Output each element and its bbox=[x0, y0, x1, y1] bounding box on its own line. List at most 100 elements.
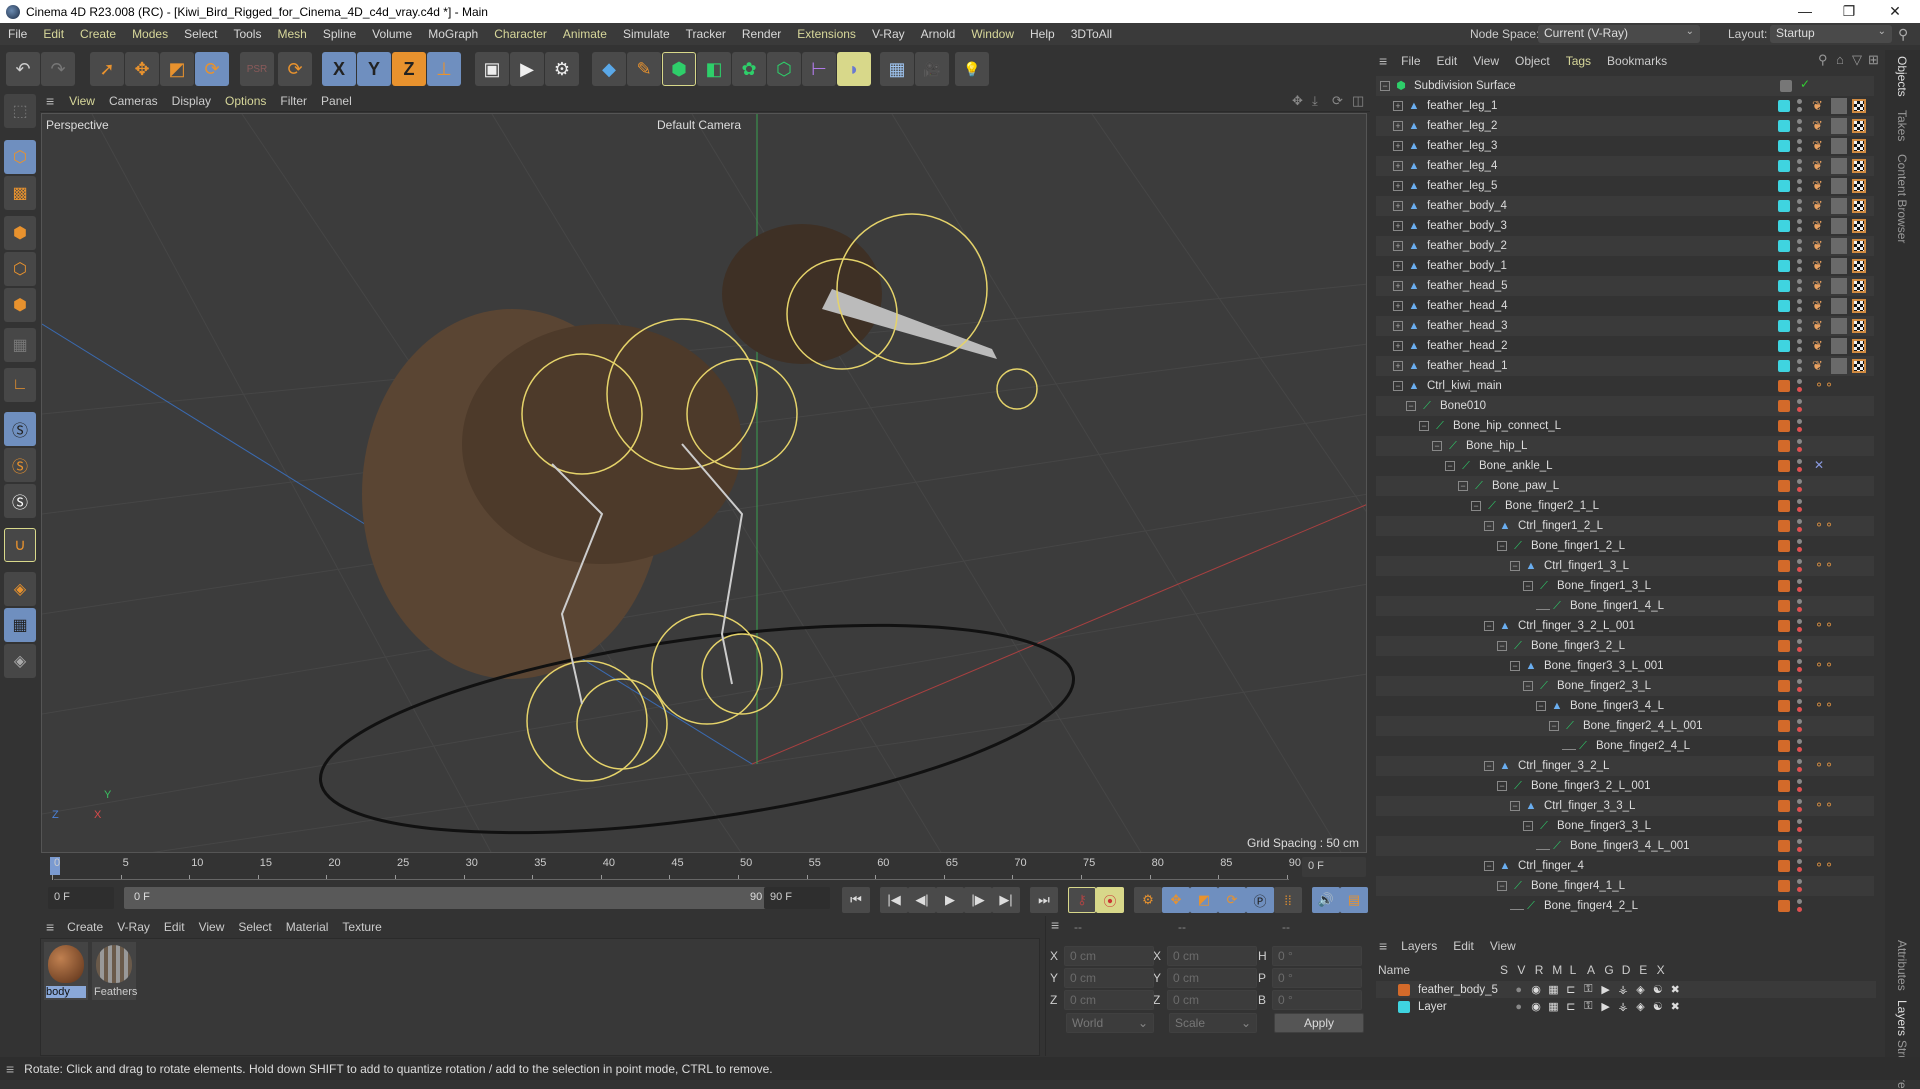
render-visibility-dot[interactable] bbox=[1797, 587, 1802, 592]
layer-color-swatch[interactable] bbox=[1778, 140, 1790, 152]
deformer-button[interactable]: ⊢ bbox=[802, 52, 836, 86]
visibility-dots[interactable] bbox=[1797, 639, 1802, 653]
visibility-dots[interactable] bbox=[1797, 159, 1802, 173]
object-row[interactable]: − ⟋ Bone_hip_L bbox=[1376, 436, 1874, 456]
hamburger-icon[interactable]: ≡ bbox=[40, 919, 60, 935]
object-row[interactable]: + ▲ feather_leg_2 ❦ bbox=[1376, 116, 1874, 136]
layer-color-swatch[interactable] bbox=[1778, 660, 1790, 672]
layer-column-l[interactable]: L bbox=[1570, 963, 1577, 977]
collapse-icon[interactable]: − bbox=[1471, 501, 1481, 511]
render-visibility-dot[interactable] bbox=[1797, 307, 1802, 312]
texture-tag-icon[interactable] bbox=[1852, 359, 1866, 373]
collapse-icon[interactable]: − bbox=[1523, 681, 1533, 691]
coord-field[interactable]: 0 ° bbox=[1272, 968, 1362, 988]
render-settings-button[interactable]: ⚙ bbox=[545, 52, 579, 86]
hair-tag-icon[interactable]: ❦ bbox=[1812, 278, 1823, 294]
object-row[interactable]: + ▲ feather_body_1 ❦ bbox=[1376, 256, 1874, 276]
layer-color-swatch[interactable] bbox=[1778, 100, 1790, 112]
object-row[interactable]: − ▲ Ctrl_finger_3_3_L ⚬⚬ bbox=[1376, 796, 1874, 816]
layer-toggle-e-icon[interactable]: ☯ bbox=[1649, 983, 1666, 996]
object-row-root[interactable]: − ⬢ Subdivision Surface ✓ bbox=[1376, 76, 1874, 96]
hamburger-icon[interactable]: ≡ bbox=[40, 93, 62, 109]
render-visibility-dot[interactable] bbox=[1797, 647, 1802, 652]
expand-icon[interactable]: + bbox=[1393, 221, 1403, 231]
material-tag-icon[interactable] bbox=[1831, 318, 1847, 334]
constraint-tag-icon[interactable]: ⚬⚬ bbox=[1814, 658, 1834, 672]
object-row[interactable]: − ⟋ Bone_finger3_2_L bbox=[1376, 636, 1874, 656]
snap-settings-button[interactable]: Ⓢ bbox=[4, 448, 36, 482]
layer-menu-layers[interactable]: Layers bbox=[1393, 939, 1445, 953]
object-row[interactable]: + ▲ feather_head_4 ❦ bbox=[1376, 296, 1874, 316]
visibility-dots[interactable] bbox=[1797, 559, 1802, 573]
layer-color-swatch[interactable] bbox=[1778, 760, 1790, 772]
editor-visibility-dot[interactable] bbox=[1797, 859, 1802, 864]
collapse-icon[interactable]: − bbox=[1497, 641, 1507, 651]
constraint-tag-icon[interactable]: ⚬⚬ bbox=[1814, 618, 1834, 632]
editor-visibility-dot[interactable] bbox=[1797, 199, 1802, 204]
points-mode-button[interactable]: ⬢ bbox=[4, 216, 36, 250]
render-visibility-dot[interactable] bbox=[1797, 427, 1802, 432]
hair-tag-icon[interactable]: ❦ bbox=[1812, 358, 1823, 374]
editor-visibility-dot[interactable] bbox=[1797, 699, 1802, 704]
layer-color-swatch[interactable] bbox=[1778, 240, 1790, 252]
expand-icon[interactable]: + bbox=[1393, 101, 1403, 111]
hamburger-icon[interactable]: ≡ bbox=[1373, 938, 1393, 954]
maximize-button[interactable]: ❐ bbox=[1826, 0, 1872, 23]
render-visibility-dot[interactable] bbox=[1797, 227, 1802, 232]
visibility-dots[interactable] bbox=[1797, 119, 1802, 133]
visibility-dots[interactable] bbox=[1797, 439, 1802, 453]
layer-color-swatch[interactable] bbox=[1778, 220, 1790, 232]
maximize-view-icon[interactable]: ◫ bbox=[1352, 93, 1364, 109]
collapse-icon[interactable]: − bbox=[1380, 81, 1390, 91]
object-row[interactable]: − ▲ Ctrl_finger1_3_L ⚬⚬ bbox=[1376, 556, 1874, 576]
render-visibility-dot[interactable] bbox=[1797, 247, 1802, 252]
object-row[interactable]: − ⟋ Bone_ankle_L ✕ bbox=[1376, 456, 1874, 476]
edit-toggle-icon[interactable] bbox=[1780, 80, 1792, 92]
layer-column-r[interactable]: R bbox=[1535, 963, 1544, 977]
editor-visibility-dot[interactable] bbox=[1797, 639, 1802, 644]
layer-toggle-v-icon[interactable]: ◉ bbox=[1527, 1000, 1544, 1013]
editor-visibility-dot[interactable] bbox=[1797, 139, 1802, 144]
object-row[interactable]: ⟋ Bone_finger1_4_L bbox=[1376, 596, 1874, 616]
render-visibility-dot[interactable] bbox=[1797, 527, 1802, 532]
layer-color-swatch[interactable] bbox=[1778, 640, 1790, 652]
cloner-button[interactable]: ✿ bbox=[732, 52, 766, 86]
render-visibility-dot[interactable] bbox=[1797, 167, 1802, 172]
apply-button[interactable]: Apply bbox=[1274, 1013, 1364, 1033]
editor-visibility-dot[interactable] bbox=[1797, 879, 1802, 884]
ik-tag-icon[interactable]: ✕ bbox=[1814, 458, 1824, 472]
constraint-tag-icon[interactable]: ⚬⚬ bbox=[1814, 558, 1834, 572]
texture-tag-icon[interactable] bbox=[1852, 239, 1866, 253]
object-row[interactable]: − ▲ Ctrl_finger_4 ⚬⚬ bbox=[1376, 856, 1874, 876]
visibility-dots[interactable] bbox=[1797, 419, 1802, 433]
visibility-dots[interactable] bbox=[1797, 579, 1802, 593]
constraint-tag-icon[interactable]: ⚬⚬ bbox=[1814, 378, 1834, 392]
expand-icon[interactable]: + bbox=[1393, 341, 1403, 351]
viewport-menu-view[interactable]: View bbox=[62, 94, 102, 108]
render-visibility-dot[interactable] bbox=[1797, 387, 1802, 392]
visibility-dots[interactable] bbox=[1797, 719, 1802, 733]
render-visibility-dot[interactable] bbox=[1797, 767, 1802, 772]
object-row[interactable]: ⟋ Bone_finger4_2_L bbox=[1376, 896, 1874, 916]
play-button[interactable]: ▶ bbox=[936, 887, 964, 913]
layer-toggle-x-icon[interactable]: ✖ bbox=[1667, 1000, 1684, 1013]
uv-mode-button[interactable]: ▦ bbox=[4, 328, 36, 362]
object-row[interactable]: − ⟋ Bone_finger2_4_L_001 bbox=[1376, 716, 1874, 736]
editor-visibility-dot[interactable] bbox=[1797, 459, 1802, 464]
layer-toggle-x-icon[interactable]: ✖ bbox=[1667, 983, 1684, 996]
layer-color-swatch[interactable] bbox=[1778, 480, 1790, 492]
material-menu-view[interactable]: View bbox=[192, 920, 232, 934]
3d-viewport[interactable]: Perspective Default Camera Grid Spacing … bbox=[41, 113, 1367, 853]
object-row[interactable]: + ▲ feather_body_2 ❦ bbox=[1376, 236, 1874, 256]
texture-tag-icon[interactable] bbox=[1852, 339, 1866, 353]
object-row[interactable]: − ⟋ Bone_finger3_3_L bbox=[1376, 816, 1874, 836]
collapse-icon[interactable]: − bbox=[1432, 441, 1442, 451]
tab-content-browser[interactable]: Content Browser bbox=[1895, 154, 1909, 243]
layer-color-swatch[interactable] bbox=[1778, 700, 1790, 712]
material-item[interactable]: Feathers bbox=[92, 942, 137, 1000]
object-menu-tags[interactable]: Tags bbox=[1558, 54, 1599, 68]
layer-menu-view[interactable]: View bbox=[1482, 939, 1524, 953]
material-menu-material[interactable]: Material bbox=[279, 920, 336, 934]
collapse-icon[interactable]: − bbox=[1484, 861, 1494, 871]
visibility-dots[interactable] bbox=[1797, 519, 1802, 533]
